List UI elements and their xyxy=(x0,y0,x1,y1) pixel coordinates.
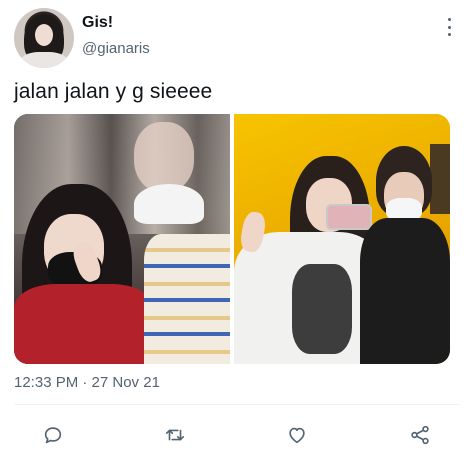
divider xyxy=(14,404,460,405)
more-dot xyxy=(447,18,451,21)
black-tshirt xyxy=(360,218,450,364)
like-button[interactable] xyxy=(280,418,314,452)
action-bar xyxy=(0,418,474,452)
retweet-icon xyxy=(165,429,185,441)
avatar-face xyxy=(35,24,53,46)
reply-button[interactable] xyxy=(36,418,70,452)
knit-sweater xyxy=(144,234,230,364)
heart-icon xyxy=(289,427,305,444)
avatar-shirt xyxy=(20,52,68,68)
shirt-print xyxy=(292,264,352,354)
white-cap xyxy=(134,184,204,224)
tweet-card: Gis! @gianaris jalan jalan y g sieeee 12… xyxy=(0,0,474,469)
author-handle[interactable]: @gianaris xyxy=(82,40,150,57)
person-jacket xyxy=(14,284,154,364)
media-grid xyxy=(14,114,450,364)
tweet-text: jalan jalan y g sieeee xyxy=(14,80,213,103)
photo-right[interactable] xyxy=(234,114,450,364)
reply-icon xyxy=(44,427,62,444)
more-dot xyxy=(447,25,451,29)
wall-frame xyxy=(430,144,450,214)
more-dot xyxy=(447,33,451,36)
more-vertical-icon[interactable] xyxy=(442,18,456,36)
phone xyxy=(326,204,372,230)
avatar[interactable] xyxy=(14,8,74,68)
share-button[interactable] xyxy=(403,418,437,452)
author-display-name[interactable]: Gis! xyxy=(82,14,113,32)
poster-face xyxy=(134,122,194,192)
retweet-button[interactable] xyxy=(158,418,192,452)
share-icon xyxy=(411,425,429,445)
photo-left[interactable] xyxy=(14,114,230,364)
tweet-timestamp[interactable]: 12:33 PM · 27 Nov 21 xyxy=(14,374,160,391)
